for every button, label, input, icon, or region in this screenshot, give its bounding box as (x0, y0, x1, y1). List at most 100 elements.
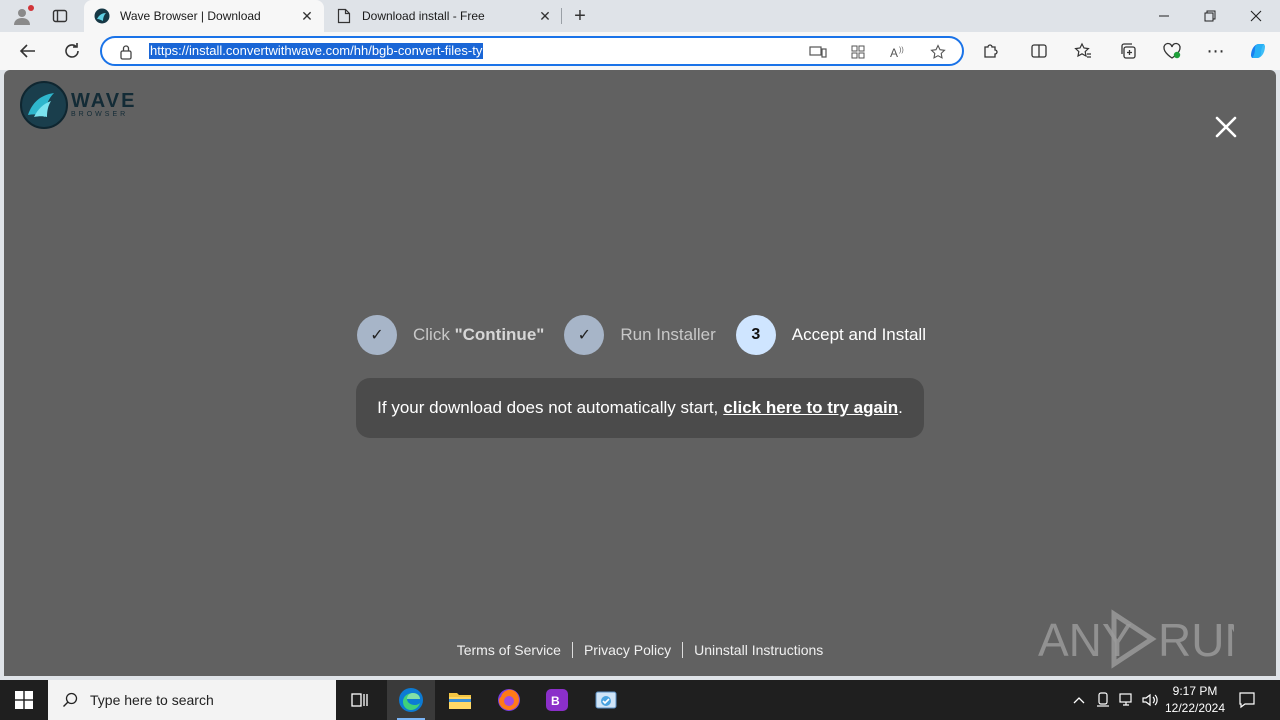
tray-overflow-chevron-icon[interactable] (1070, 690, 1088, 710)
tab-close-icon[interactable]: ✕ (296, 5, 318, 27)
step-1-prefix: Click (413, 325, 455, 344)
app-available-icon[interactable] (848, 43, 868, 61)
minimize-button[interactable] (1141, 0, 1187, 32)
start-button[interactable] (0, 680, 48, 720)
page-favicon-icon (336, 8, 352, 24)
back-button[interactable] (14, 38, 42, 64)
close-icon (1250, 10, 1262, 22)
heart-pulse-icon (1163, 42, 1181, 59)
address-bar[interactable]: https://install.convertwithwave.com/hh/b… (100, 36, 964, 66)
taskbar-app-purple[interactable]: B (533, 680, 581, 720)
back-arrow-icon (19, 44, 35, 58)
notice-text: If your download does not automatically … (377, 398, 719, 417)
folder-icon (449, 693, 471, 709)
read-aloud-icon[interactable]: A)) (888, 43, 908, 61)
extensions-button[interactable] (977, 38, 1005, 64)
taskbar-file-explorer[interactable] (436, 680, 484, 720)
close-icon (1215, 116, 1237, 138)
windows-taskbar: Type here to search B 9:17 PM 12/22/2024 (0, 680, 1280, 720)
wave-logo[interactable]: WAVE BROWSER (20, 81, 136, 129)
new-tab-button[interactable]: + (568, 4, 592, 28)
settings-more-button[interactable]: ⋯ (1202, 38, 1230, 64)
more-dots-icon: ⋯ (1206, 40, 1226, 61)
restore-icon (1204, 10, 1216, 22)
tab-close-icon[interactable]: ✕ (534, 5, 556, 27)
refresh-button[interactable] (58, 38, 86, 64)
svg-text:RUN: RUN (1158, 614, 1234, 666)
notification-icon (1239, 692, 1255, 709)
anyrun-watermark-logo: ANY RUN (1038, 609, 1234, 669)
uninstall-link[interactable]: Uninstall Instructions (694, 642, 823, 658)
favorite-star-icon[interactable] (928, 43, 948, 61)
step-2-check-icon: ✓ (564, 315, 605, 355)
step-3-number: 3 (735, 315, 776, 355)
read-aloud-device-icon[interactable] (808, 43, 828, 61)
svg-text:A: A (890, 46, 898, 59)
taskbar-edge[interactable] (387, 680, 435, 720)
profile-notification-dot (28, 5, 34, 11)
tab-title: Wave Browser | Download (120, 9, 261, 23)
tab-title: Download install - Free (362, 9, 485, 23)
browser-essentials-button[interactable] (1158, 38, 1186, 64)
notice-suffix: . (898, 398, 903, 417)
tray-volume-icon[interactable] (1142, 690, 1160, 710)
page-content: WAVE BROWSER ✓ Click "Continue" ✓ Run In… (4, 70, 1276, 676)
taskbar-search[interactable]: Type here to search (48, 680, 336, 720)
browser-toolbar: https://install.convertwithwave.com/hh/b… (0, 32, 1280, 70)
logo-wordmark: WAVE BROWSER (71, 91, 136, 119)
footer-divider (682, 642, 684, 658)
privacy-link[interactable]: Privacy Policy (584, 642, 671, 658)
restore-button[interactable] (1187, 0, 1233, 32)
try-again-link[interactable]: click here to try again (723, 398, 898, 418)
taskbar-app-installer[interactable] (582, 680, 630, 720)
step-3-label: Accept and Install (791, 325, 926, 344)
tab-strip: Wave Browser | Download ✕ Download insta… (0, 0, 1280, 32)
svg-text:B: B (551, 694, 560, 708)
url-text[interactable]: https://install.convertwithwave.com/hh/b… (149, 43, 484, 59)
firefox-icon (498, 689, 520, 711)
task-view-button[interactable] (336, 680, 384, 720)
footer-divider (571, 642, 573, 658)
clock-date: 12/22/2024 (1164, 701, 1226, 715)
lock-icon[interactable] (118, 44, 134, 60)
logo-subword: BROWSER (71, 111, 129, 118)
tray-network-icon[interactable] (1118, 690, 1136, 710)
svg-text:)): )) (899, 47, 904, 54)
search-placeholder: Type here to search (90, 692, 214, 708)
tab-actions-button[interactable] (48, 5, 72, 27)
favorites-button[interactable] (1069, 38, 1097, 64)
split-screen-icon (1031, 44, 1047, 58)
copilot-button[interactable] (1244, 38, 1272, 64)
notification-center-button[interactable] (1234, 688, 1260, 712)
plus-icon: + (574, 4, 586, 27)
windows-logo-icon (15, 691, 33, 709)
split-screen-button[interactable] (1025, 38, 1053, 64)
search-icon (63, 692, 78, 707)
terms-link[interactable]: Terms of Service (457, 642, 561, 658)
collections-button[interactable] (1114, 38, 1142, 64)
wave-logo-icon (20, 81, 68, 129)
minimize-icon (1159, 15, 1169, 17)
task-view-icon (351, 693, 368, 707)
step-1-check-icon: ✓ (357, 315, 397, 355)
page-close-button[interactable] (1211, 112, 1241, 142)
step-1-label: Click "Continue" (413, 325, 544, 345)
tab-separator (561, 8, 562, 24)
download-notice: If your download does not automatically … (356, 378, 924, 438)
clock-time: 9:17 PM (1172, 684, 1218, 698)
install-steps: ✓ Click "Continue" ✓ Run Installer 3 Acc… (357, 315, 946, 355)
tab-download-install[interactable]: Download install - Free ✕ (326, 0, 562, 32)
taskbar-firefox[interactable] (485, 680, 533, 720)
installer-icon (595, 691, 617, 709)
wave-favicon-icon (94, 8, 110, 24)
profile-button[interactable] (10, 5, 34, 27)
favorites-icon (1074, 42, 1091, 58)
taskbar-clock[interactable]: 9:17 PM 12/22/2024 (1162, 683, 1228, 717)
copilot-icon (1251, 44, 1265, 58)
collections-icon (1121, 43, 1136, 59)
close-window-button[interactable] (1233, 0, 1279, 32)
tray-device-icon[interactable] (1094, 690, 1112, 710)
logo-word: WAVE (71, 90, 137, 112)
tab-wave-browser[interactable]: Wave Browser | Download ✕ (84, 0, 324, 32)
puzzle-icon (984, 44, 998, 58)
